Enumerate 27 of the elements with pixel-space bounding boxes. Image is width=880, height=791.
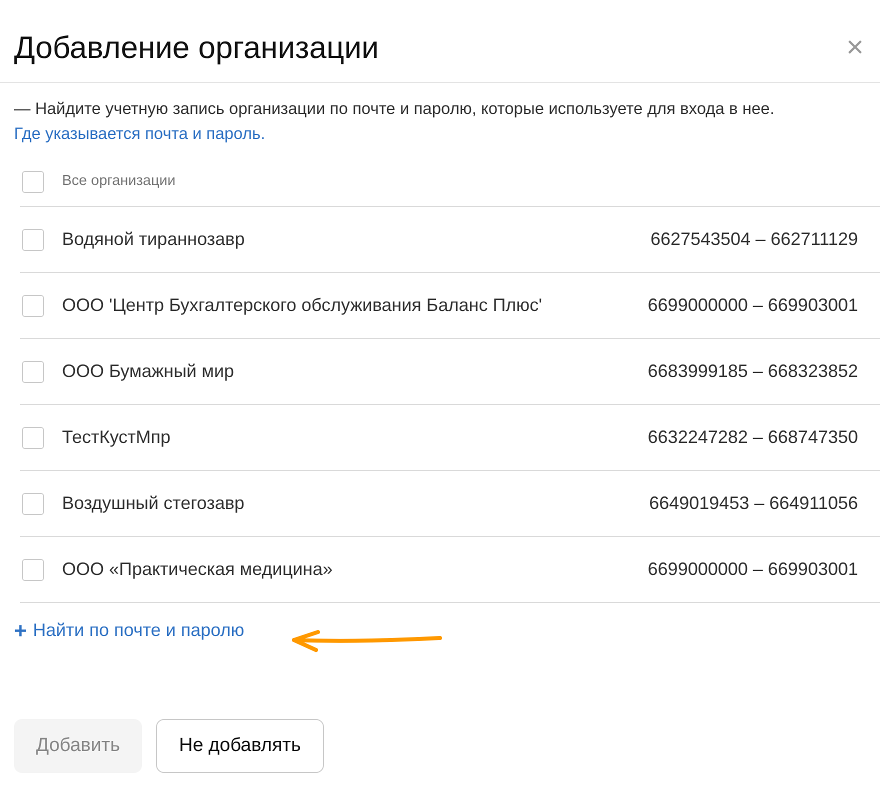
cancel-button[interactable]: Не добавлять (156, 719, 324, 773)
organization-codes: 6699000000 – 669903001 (648, 294, 858, 317)
find-link[interactable]: + Найти по почте и паролю (14, 617, 244, 644)
organization-codes: 6632247282 – 668747350 (648, 426, 858, 449)
organization-name: Водяной тираннозавр (62, 228, 245, 251)
instruction-text: — Найдите учетную запись организации по почте и паролю, которые используете для входа в нее. (14, 99, 776, 120)
checkbox[interactable] (22, 294, 44, 316)
select-all-label: Все организации (62, 172, 176, 191)
organization-name: ООО 'Центр Бухгалтерского обслуживания Баланс Плюс' (62, 294, 542, 317)
checkbox[interactable] (22, 426, 44, 448)
checkbox[interactable] (22, 170, 44, 192)
checkbox[interactable] (22, 492, 44, 514)
plus-icon: + (14, 620, 27, 642)
organization-name: ООО Бумажный мир (62, 360, 234, 383)
organization-codes: 6699000000 – 669903001 (648, 558, 858, 581)
checkbox[interactable] (22, 228, 44, 250)
dialog-title: Добавление организации (14, 29, 379, 67)
organization-codes: 6683999185 – 668323852 (648, 360, 858, 383)
checkbox[interactable] (22, 360, 44, 382)
help-link[interactable]: Где указывается почта и пароль. (14, 122, 266, 147)
organization-name: Воздушный стегозавр (62, 492, 244, 515)
organization-codes: 6649019453 – 664911056 (649, 492, 858, 515)
organization-name: ТестКустМпр (62, 426, 171, 449)
organization-codes: 6627543504 – 662711129 (650, 228, 858, 251)
organization-name: ООО «Практическая медицина» (62, 558, 333, 581)
checkbox[interactable] (22, 558, 44, 580)
close-button[interactable]: × (842, 33, 868, 63)
